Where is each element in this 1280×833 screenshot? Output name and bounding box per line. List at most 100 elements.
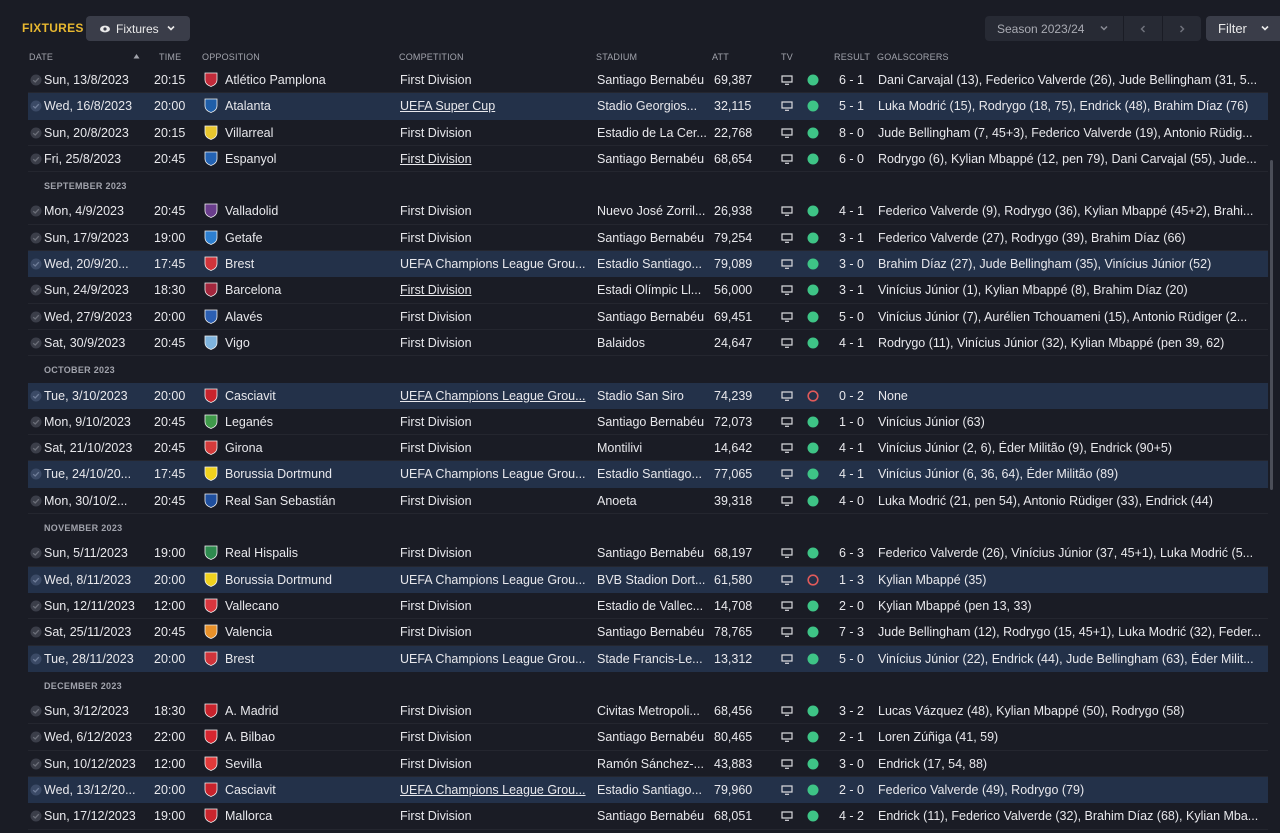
competition-link[interactable]: UEFA Super Cup xyxy=(400,99,593,113)
match-result[interactable]: 2 - 0 xyxy=(839,783,871,797)
match-result[interactable]: 3 - 1 xyxy=(839,231,871,245)
competition-link[interactable]: First Division xyxy=(400,73,593,87)
fixture-row[interactable]: Sat, 25/11/2023 20:45 Valencia First Divisi… xyxy=(28,619,1268,646)
match-result[interactable]: 4 - 1 xyxy=(839,336,871,350)
fixture-row[interactable]: Sat, 30/9/2023 20:45 Vigo First Division Bal… xyxy=(28,330,1268,357)
fixture-row[interactable]: Wed, 16/8/2023 20:00 Atalanta UEFA Super Cu… xyxy=(28,93,1268,120)
competition-link[interactable]: First Division xyxy=(400,494,593,508)
competition-link[interactable]: First Division xyxy=(400,757,593,771)
fixture-row[interactable]: Sun, 10/12/2023 12:00 Sevilla First Divisio… xyxy=(28,751,1268,778)
column-header-goalscorers[interactable]: GOALSCORERS xyxy=(877,52,949,62)
fixture-row[interactable]: Tue, 28/11/2023 20:00 Brest UEFA Champions … xyxy=(28,645,1268,672)
fixture-row[interactable]: Wed, 13/12/20... 20:00 Casciavit UEFA Champ… xyxy=(28,777,1268,804)
competition-link[interactable]: UEFA Champions League Grou... xyxy=(400,467,593,481)
fixture-row[interactable]: Sun, 5/11/2023 19:00 Real Hispalis First Di… xyxy=(28,540,1268,567)
season-selector[interactable]: Season 2023/24 xyxy=(985,16,1123,41)
fixture-row[interactable]: Sun, 12/11/2023 12:00 Vallecano First Divis… xyxy=(28,593,1268,620)
fixture-row[interactable]: Wed, 27/9/2023 20:00 Alavés First Division S… xyxy=(28,304,1268,330)
match-result[interactable]: 4 - 1 xyxy=(839,204,871,218)
opposition-link[interactable]: Vigo xyxy=(225,336,405,350)
competition-link[interactable]: First Division xyxy=(400,152,593,166)
fixture-row[interactable]: Wed, 8/11/2023 20:00 Borussia Dortmund UEFA… xyxy=(28,566,1268,593)
match-result[interactable]: 6 - 3 xyxy=(839,546,871,560)
fixture-row[interactable]: Sun, 3/12/2023 18:30 A. Madrid First Divisi… xyxy=(28,698,1268,725)
opposition-link[interactable]: Brest xyxy=(225,257,405,271)
match-result[interactable]: 0 - 2 xyxy=(839,389,871,403)
opposition-link[interactable]: Girona xyxy=(225,441,405,455)
opposition-link[interactable]: A. Madrid xyxy=(225,704,405,718)
match-result[interactable]: 3 - 0 xyxy=(839,757,871,771)
competition-link[interactable]: First Division xyxy=(400,730,593,744)
fixture-row[interactable]: Mon, 30/10/2... 20:45 Real San Sebastián Fi… xyxy=(28,488,1268,515)
competition-link[interactable]: First Division xyxy=(400,625,593,639)
column-header-competition[interactable]: COMPETITION xyxy=(399,52,464,62)
match-result[interactable]: 6 - 1 xyxy=(839,73,871,87)
opposition-link[interactable]: Real San Sebastián xyxy=(225,494,405,508)
opposition-link[interactable]: Leganés xyxy=(225,415,405,429)
column-header-stadium[interactable]: STADIUM xyxy=(596,52,637,62)
opposition-link[interactable]: Valladolid xyxy=(225,204,405,218)
match-result[interactable]: 5 - 0 xyxy=(839,652,871,666)
competition-link[interactable]: First Division xyxy=(400,415,593,429)
fixture-row[interactable]: Tue, 24/10/20... 17:45 Borussia Dortmund UE… xyxy=(28,461,1268,488)
opposition-link[interactable]: Mallorca xyxy=(225,809,405,823)
opposition-link[interactable]: Alavés xyxy=(225,310,405,324)
opposition-link[interactable]: Valencia xyxy=(225,625,405,639)
view-selector-button[interactable]: Fixtures xyxy=(86,16,190,41)
fixture-row[interactable]: Sun, 24/9/2023 18:30 Barcelona First Divisi… xyxy=(28,277,1268,304)
opposition-link[interactable]: Villarreal xyxy=(225,126,405,140)
competition-link[interactable]: UEFA Champions League Grou... xyxy=(400,389,593,403)
fixture-row[interactable]: Sun, 17/9/2023 19:00 Getafe First Division S… xyxy=(28,225,1268,252)
opposition-link[interactable]: Barcelona xyxy=(225,283,405,297)
previous-season-button[interactable] xyxy=(1124,16,1162,41)
opposition-link[interactable]: Casciavit xyxy=(225,783,405,797)
match-result[interactable]: 2 - 1 xyxy=(839,730,871,744)
competition-link[interactable]: First Division xyxy=(400,546,593,560)
match-result[interactable]: 4 - 2 xyxy=(839,809,871,823)
match-result[interactable]: 1 - 0 xyxy=(839,415,871,429)
column-header-attendance[interactable]: ATT xyxy=(712,52,729,62)
match-result[interactable]: 5 - 1 xyxy=(839,99,871,113)
match-result[interactable]: 2 - 0 xyxy=(839,599,871,613)
fixture-row[interactable]: Mon, 9/10/2023 20:45 Leganés First Division… xyxy=(28,409,1268,436)
opposition-link[interactable]: Vallecano xyxy=(225,599,405,613)
match-result[interactable]: 4 - 1 xyxy=(839,467,871,481)
competition-link[interactable]: First Division xyxy=(400,336,593,350)
next-season-button[interactable] xyxy=(1163,16,1201,41)
competition-link[interactable]: First Division xyxy=(400,599,593,613)
match-result[interactable]: 3 - 2 xyxy=(839,704,871,718)
match-result[interactable]: 4 - 0 xyxy=(839,494,871,508)
column-header-date[interactable]: DATE xyxy=(29,52,53,62)
competition-link[interactable]: UEFA Champions League Grou... xyxy=(400,652,593,666)
fixture-row[interactable]: Wed, 6/12/2023 22:00 A. Bilbao First Divisi… xyxy=(28,724,1268,751)
fixture-row[interactable]: Wed, 20/9/20... 17:45 Brest UEFA Champions … xyxy=(28,251,1268,278)
fixture-row[interactable]: Fri, 25/8/2023 20:45 Espanyol First Divisio… xyxy=(28,146,1268,173)
column-header-tv[interactable]: TV xyxy=(781,52,793,62)
opposition-link[interactable]: Casciavit xyxy=(225,389,405,403)
fixture-row[interactable]: Sun, 20/8/2023 20:15 Villarreal First Divis… xyxy=(28,120,1268,146)
competition-link[interactable]: UEFA Champions League Grou... xyxy=(400,783,593,797)
fixture-row[interactable]: Mon, 4/9/2023 20:45 Valladolid First Divisi… xyxy=(28,198,1268,225)
opposition-link[interactable]: Atalanta xyxy=(225,99,405,113)
opposition-link[interactable]: Espanyol xyxy=(225,152,405,166)
competition-link[interactable]: First Division xyxy=(400,204,593,218)
opposition-link[interactable]: Brest xyxy=(225,652,405,666)
competition-link[interactable]: First Division xyxy=(400,231,593,245)
competition-link[interactable]: UEFA Champions League Grou... xyxy=(400,257,593,271)
match-result[interactable]: 6 - 0 xyxy=(839,152,871,166)
fixture-row[interactable]: Sun, 13/8/2023 20:15 Atlético Pamplona Firs… xyxy=(28,67,1268,94)
competition-link[interactable]: First Division xyxy=(400,283,593,297)
match-result[interactable]: 4 - 1 xyxy=(839,441,871,455)
match-result[interactable]: 5 - 0 xyxy=(839,310,871,324)
opposition-link[interactable]: A. Bilbao xyxy=(225,730,405,744)
opposition-link[interactable]: Borussia Dortmund xyxy=(225,573,405,587)
fixture-row[interactable]: Tue, 3/10/2023 20:00 Casciavit UEFA Champio… xyxy=(28,382,1268,409)
opposition-link[interactable]: Real Hispalis xyxy=(225,546,405,560)
competition-link[interactable]: First Division xyxy=(400,310,593,324)
match-result[interactable]: 3 - 1 xyxy=(839,283,871,297)
column-header-time[interactable]: TIME xyxy=(159,52,181,62)
competition-link[interactable]: First Division xyxy=(400,704,593,718)
opposition-link[interactable]: Atlético Pamplona xyxy=(225,73,405,87)
competition-link[interactable]: UEFA Champions League Grou... xyxy=(400,573,593,587)
match-result[interactable]: 1 - 3 xyxy=(839,573,871,587)
